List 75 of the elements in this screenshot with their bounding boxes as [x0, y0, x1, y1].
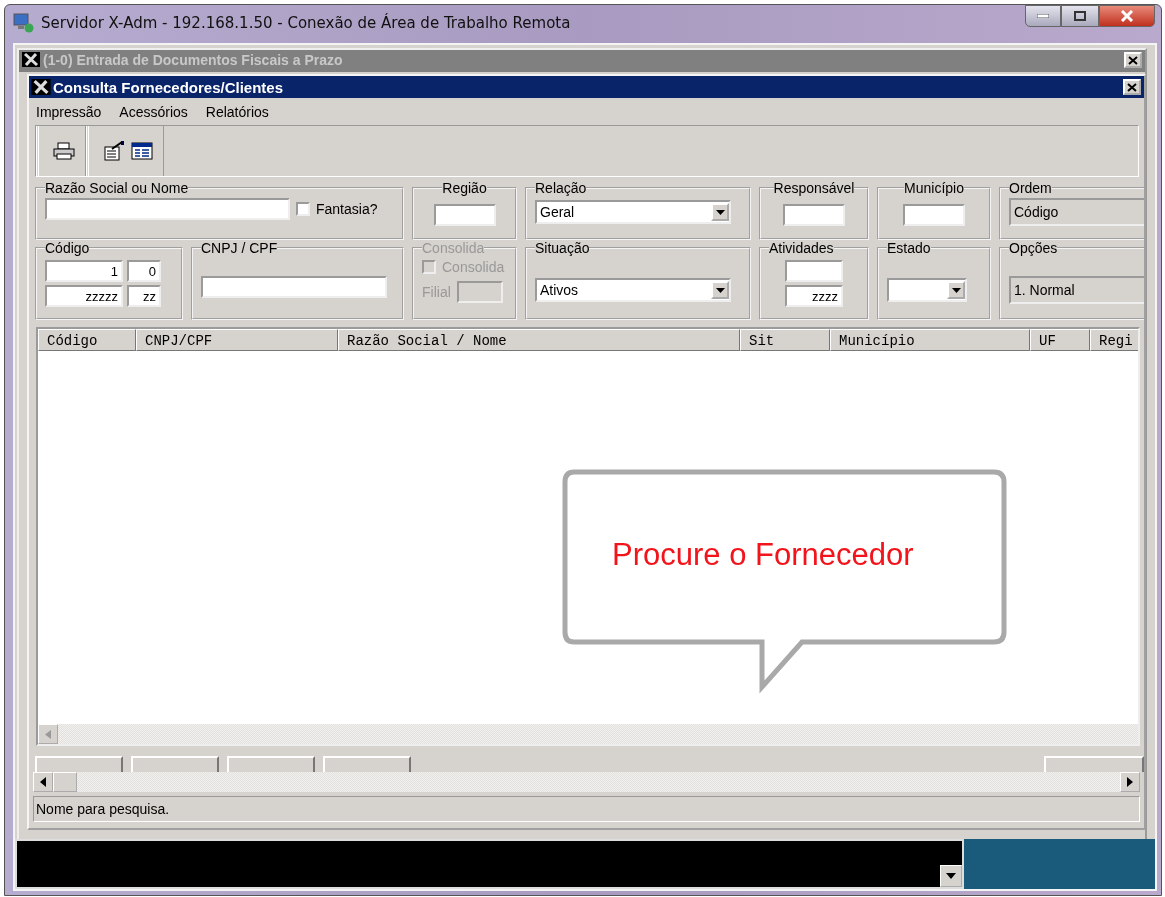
- group-label: Relação: [535, 180, 587, 196]
- text-input[interactable]: [201, 276, 387, 298]
- window-title: (1-0) Entrada de Documentos Fiscais a Prazo: [43, 52, 343, 68]
- close-icon: [1128, 55, 1138, 65]
- text-input[interactable]: [903, 204, 965, 226]
- status-text: Nome para pesquisa.: [36, 801, 170, 817]
- printer-icon[interactable]: [53, 142, 75, 160]
- text-input[interactable]: [433, 204, 496, 226]
- callout-text: Procure o Fornecedor: [612, 537, 914, 573]
- scroll-down-icon[interactable]: [940, 865, 962, 887]
- scroll-right-button[interactable]: [1120, 772, 1140, 792]
- maximize-icon: [1074, 11, 1086, 21]
- text-input[interactable]: [783, 204, 845, 226]
- close-icon: [1120, 10, 1134, 22]
- checkbox-label: Consolida: [442, 259, 505, 275]
- minimize-icon: [1037, 14, 1049, 18]
- menu-item[interactable]: Relatórios: [205, 103, 269, 120]
- group-label: Atividades: [769, 240, 834, 256]
- tools-icon: [22, 52, 40, 67]
- form-edit-icon[interactable]: [103, 141, 125, 161]
- scroll-left-button[interactable]: [33, 772, 53, 792]
- left-arrow-icon: [45, 729, 51, 739]
- code-input[interactable]: zz: [127, 285, 161, 307]
- code-input[interactable]: zzzzz: [45, 285, 123, 307]
- right-arrow-icon: [1127, 777, 1133, 787]
- read-only-field: 1. Normal: [1009, 276, 1144, 304]
- group-label: Situação: [535, 240, 590, 256]
- left-arrow-icon: [40, 777, 46, 787]
- scroll-thumb[interactable]: [53, 772, 77, 792]
- button[interactable]: [323, 756, 411, 772]
- checkbox[interactable]: [296, 202, 310, 216]
- maximize-button[interactable]: [1061, 5, 1099, 27]
- column-header[interactable]: Regi: [1090, 329, 1138, 351]
- button[interactable]: [35, 756, 123, 772]
- field-label: Filial: [422, 284, 451, 300]
- table-icon[interactable]: [131, 141, 153, 161]
- text-input[interactable]: [456, 281, 503, 303]
- group-label: CNPJ / CPF: [201, 240, 278, 256]
- checkbox-label: Fantasia?: [316, 201, 378, 217]
- column-header[interactable]: Sit: [740, 329, 830, 351]
- group-label: Razão Social ou Nome: [45, 180, 189, 196]
- text-input[interactable]: [785, 260, 843, 282]
- horizontal-scrollbar[interactable]: [38, 724, 1138, 744]
- close-icon: [1127, 82, 1137, 92]
- menu-item[interactable]: Acessórios: [119, 103, 188, 120]
- dropdown[interactable]: Geral: [535, 200, 731, 224]
- code-input[interactable]: 1: [45, 260, 123, 282]
- column-header[interactable]: Razão Social / Nome: [338, 329, 740, 351]
- column-header[interactable]: Código: [38, 329, 136, 351]
- group-label: Município: [904, 180, 964, 196]
- read-only-field: Código: [1009, 198, 1144, 226]
- tools-icon: [31, 79, 51, 95]
- group-label: Consolida: [422, 240, 485, 256]
- window-title: Servidor X-Adm - 192.168.1.50 - Conexão de Área de Trabalho Remota: [41, 14, 571, 32]
- horizontal-scrollbar[interactable]: [33, 772, 1140, 792]
- column-header[interactable]: Município: [830, 329, 1030, 351]
- column-header[interactable]: CNPJ/CPF: [136, 329, 338, 351]
- code-input[interactable]: 0: [127, 260, 161, 282]
- group-label: Código: [45, 240, 90, 256]
- name-input[interactable]: [45, 198, 290, 220]
- dropdown[interactable]: Ativos: [535, 278, 731, 302]
- group-label: Ordem: [1009, 180, 1052, 196]
- column-header[interactable]: UF: [1030, 329, 1090, 351]
- group-label: Região: [442, 180, 487, 196]
- minimize-button[interactable]: [1025, 5, 1061, 27]
- dropdown[interactable]: [887, 278, 967, 302]
- text-input[interactable]: zzzz: [785, 285, 843, 307]
- button[interactable]: [227, 756, 315, 772]
- dialog-title: Consulta Fornecedores/Clientes: [53, 78, 284, 96]
- menu-item[interactable]: Impressão: [36, 103, 102, 120]
- group-label: Estado: [887, 240, 931, 256]
- monitor-icon: [13, 13, 35, 33]
- group-label: Responsável: [773, 180, 855, 196]
- button[interactable]: [131, 756, 219, 772]
- group-label: Opções: [1009, 240, 1058, 256]
